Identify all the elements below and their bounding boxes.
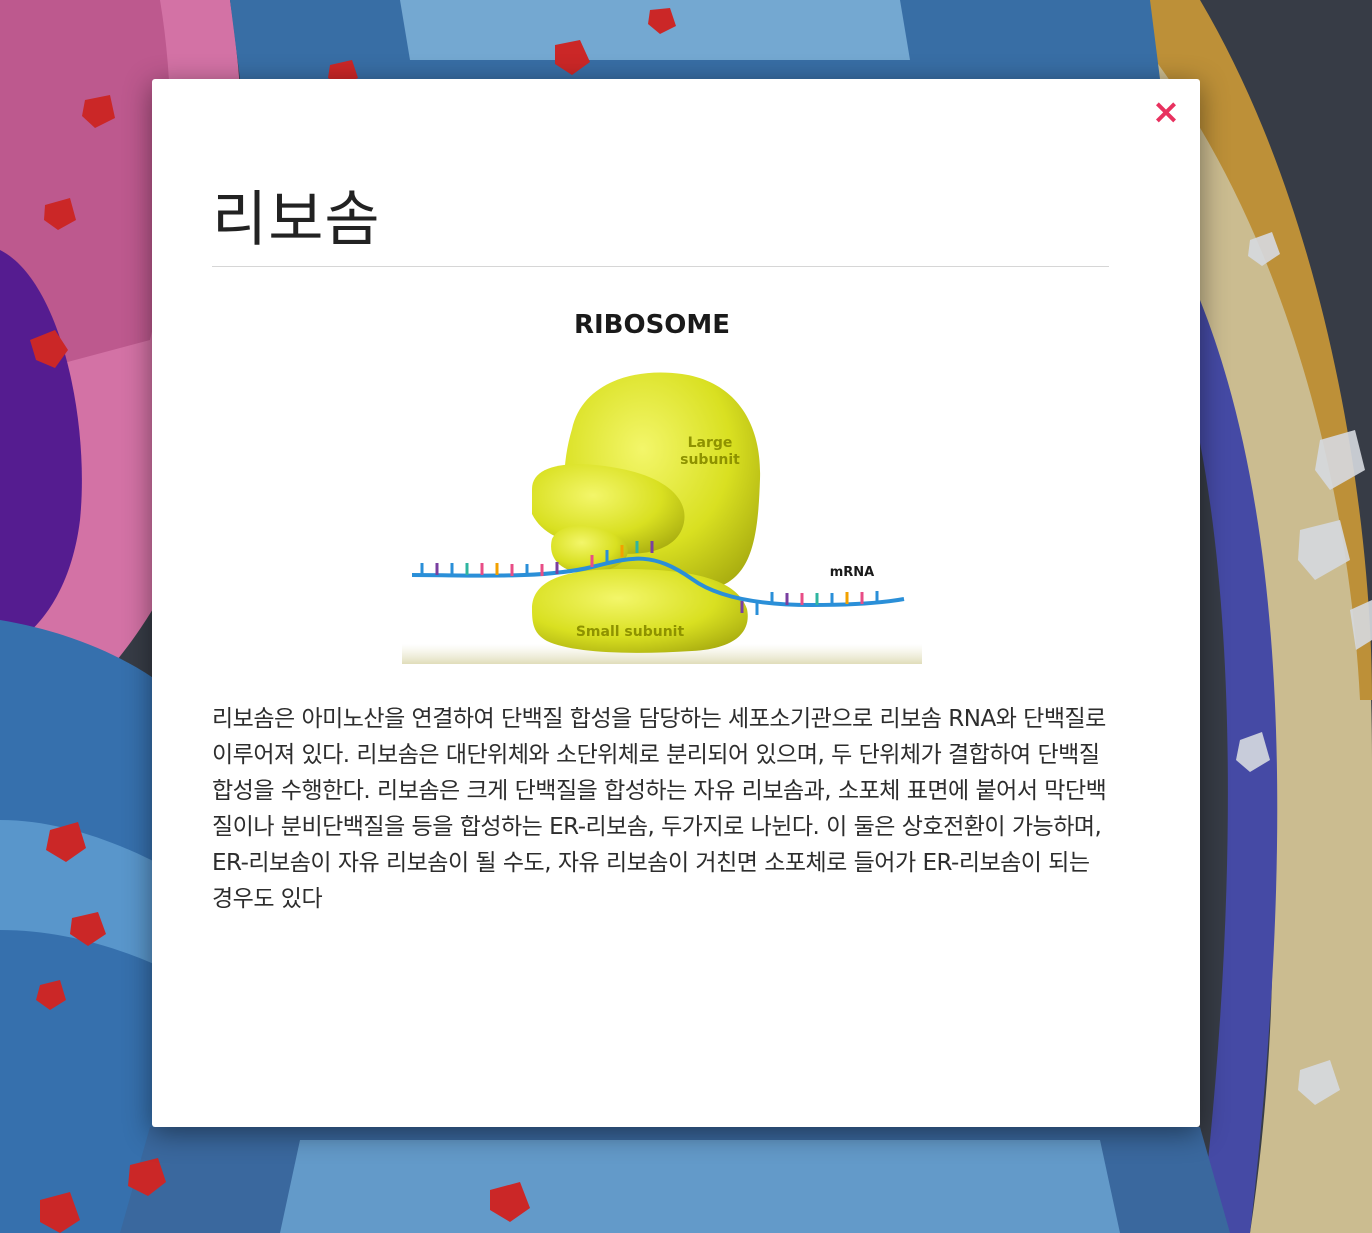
info-modal: × 리보솜 RIBOSOME Large subunit Small subun… — [152, 79, 1200, 1127]
large-subunit-label: Large — [688, 435, 733, 451]
close-icon[interactable]: × — [1150, 95, 1182, 129]
modal-description: 리보솜은 아미노산을 연결하여 단백질 합성을 담당하는 세포소기관으로 리보솜… — [212, 706, 1107, 912]
ribosome-diagram: RIBOSOME Large subunit Small subunit mRN… — [392, 289, 932, 669]
figure-heading: RIBOSOME — [574, 310, 730, 340]
mrna-label: mRNA — [830, 565, 875, 580]
large-subunit-label-2: subunit — [680, 452, 740, 468]
modal-title: 리보솜 — [212, 185, 381, 255]
small-subunit-label: Small subunit — [576, 624, 685, 640]
title-divider — [212, 266, 1109, 267]
